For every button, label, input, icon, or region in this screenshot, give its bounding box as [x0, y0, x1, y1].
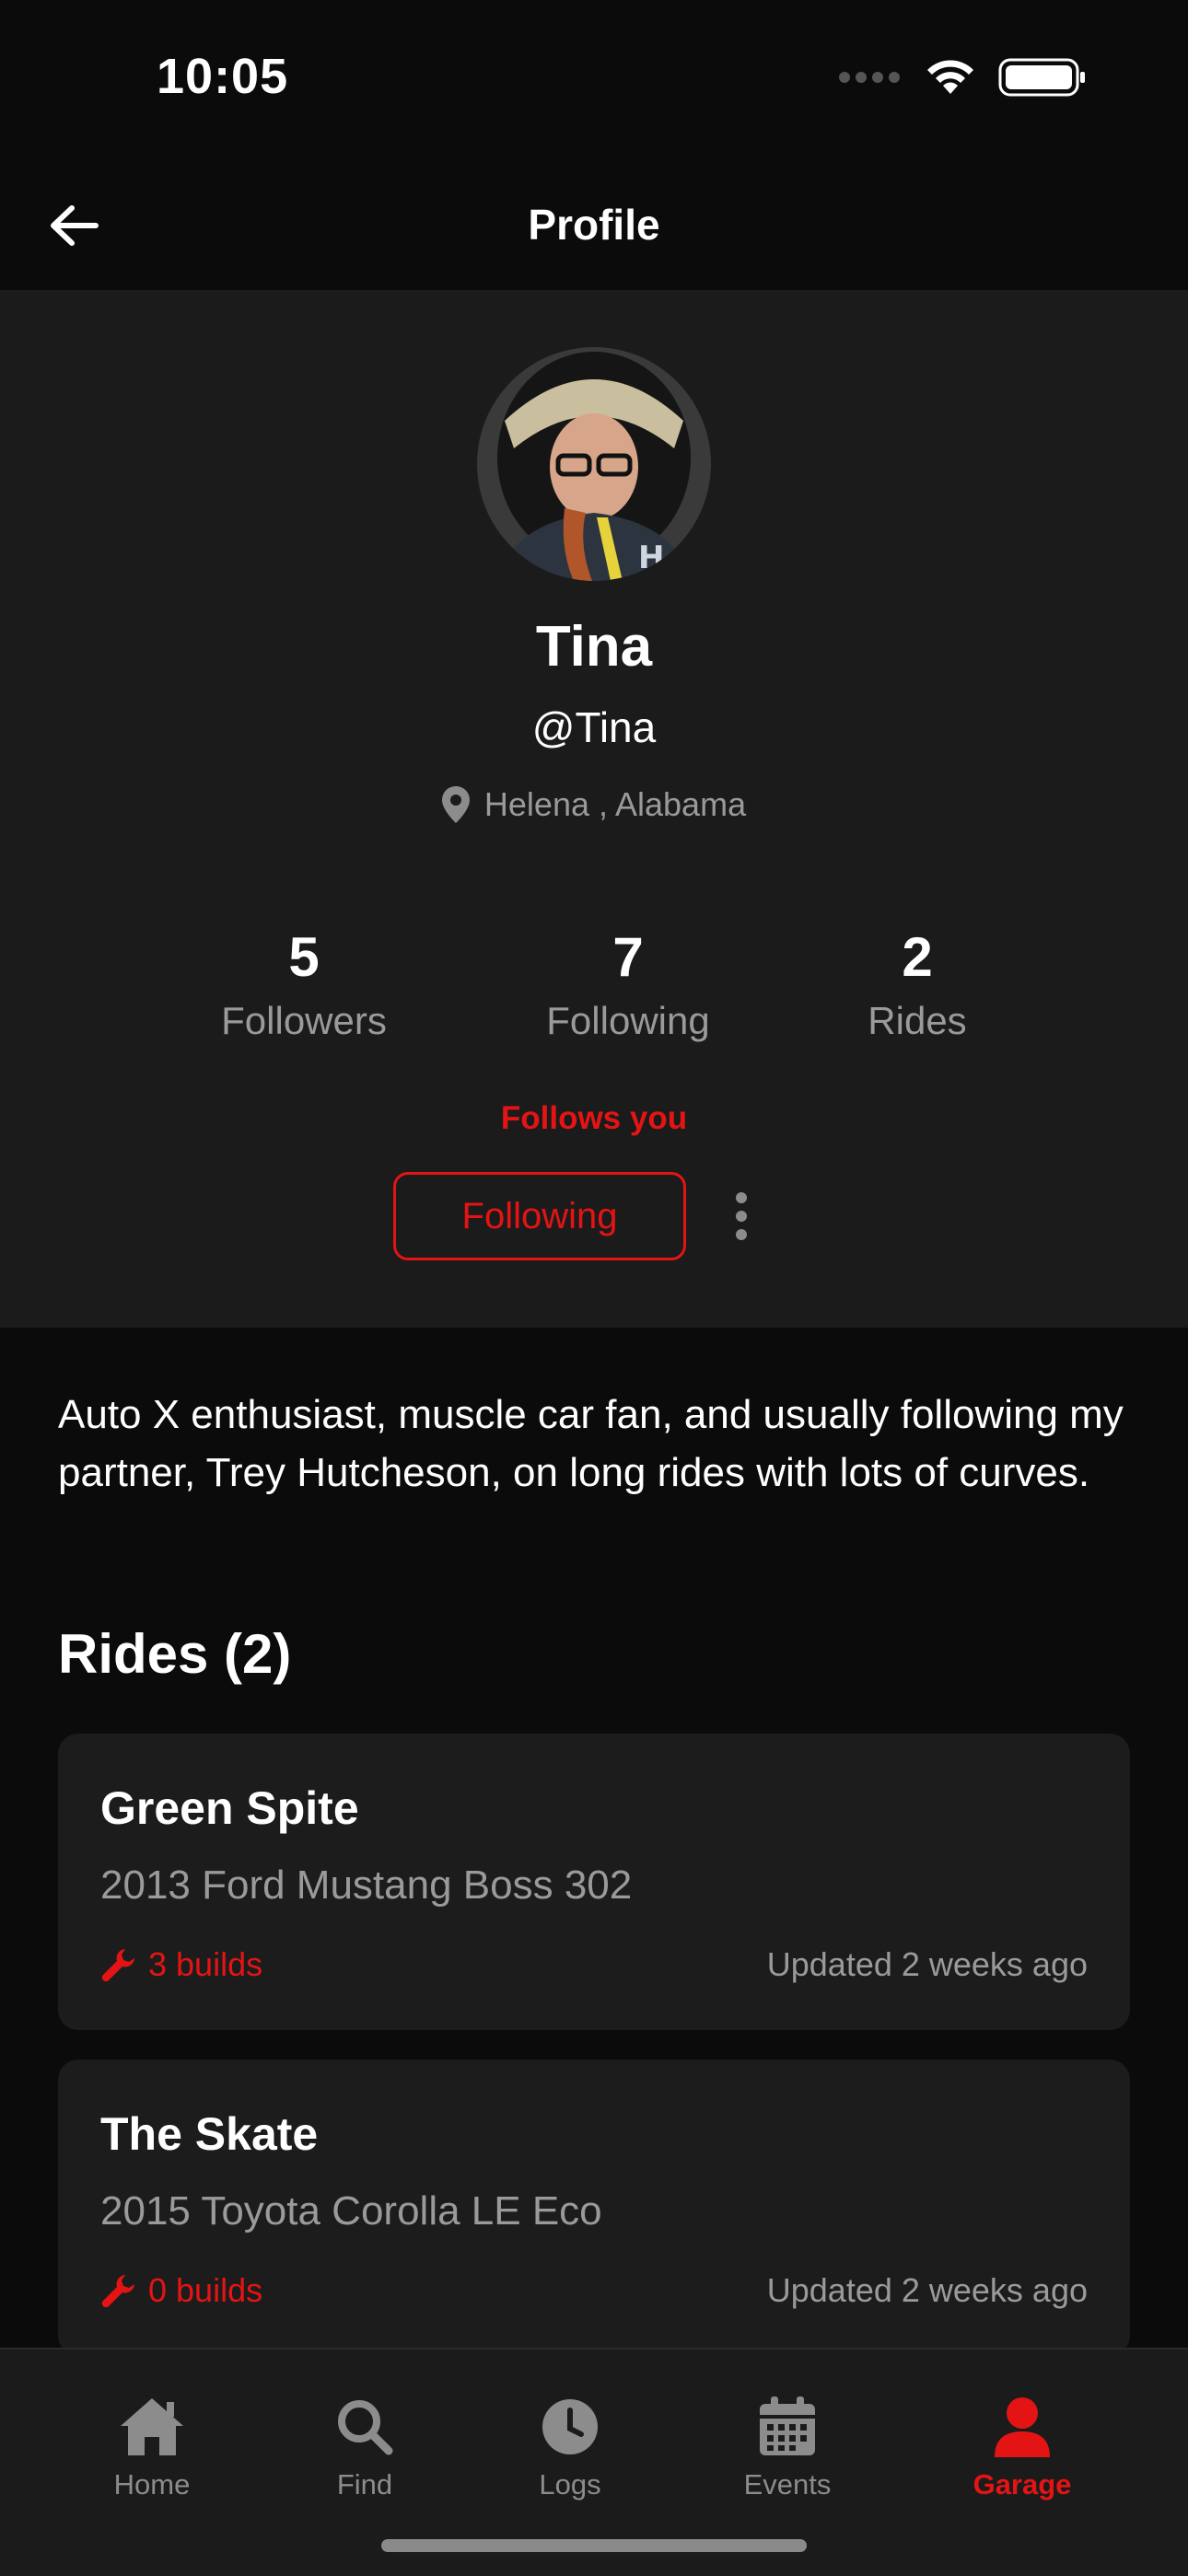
ride-card[interactable]: The Skate 2015 Toyota Corolla LE Eco 0 b…	[58, 2060, 1130, 2356]
status-icons	[838, 57, 1087, 98]
signal-icon	[839, 72, 900, 83]
ride-name: The Skate	[100, 2108, 319, 2160]
search-icon	[338, 2400, 393, 2455]
ride-builds: 0 builds	[100, 2271, 262, 2310]
location-pin-icon	[441, 786, 470, 823]
ride-builds-count: 3 builds	[148, 1945, 263, 1983]
location-text: Helena , Alabama	[483, 785, 747, 823]
stat-value: 7	[612, 926, 644, 988]
home-indicator	[381, 2539, 807, 2552]
tab-label: Events	[743, 2468, 832, 2501]
tab-garage[interactable]: Garage	[930, 2391, 1114, 2501]
wrench-icon	[101, 2275, 134, 2308]
stat-following[interactable]: 7 Following	[508, 925, 748, 1043]
stat-rides[interactable]: 2 Rides	[798, 925, 1037, 1043]
tab-find[interactable]: Find	[273, 2391, 457, 2501]
tab-home[interactable]: Home	[60, 2391, 244, 2501]
stat-label: Followers	[221, 999, 387, 1042]
tab-label: Home	[113, 2468, 191, 2501]
page-title: Profile	[528, 201, 660, 249]
nav-header: Profile	[0, 161, 1188, 290]
stat-label: Following	[546, 999, 710, 1042]
clock-icon	[542, 2399, 598, 2454]
avatar-photo: H	[477, 347, 711, 581]
stat-label: Rides	[868, 999, 967, 1042]
ride-updated: Updated 2 weeks ago	[766, 1945, 1088, 1983]
person-icon	[995, 2397, 1050, 2457]
rides-heading: Rides (2)	[58, 1623, 292, 1685]
tab-events[interactable]: Events	[695, 2391, 879, 2501]
status-bar: 10:05	[0, 0, 1188, 161]
avatar[interactable]: H	[477, 347, 711, 581]
stat-followers[interactable]: 5 Followers	[184, 925, 424, 1043]
stat-value: 5	[288, 926, 320, 988]
more-dots-icon	[736, 1192, 747, 1203]
profile-location: Helena , Alabama	[0, 785, 1188, 824]
ride-builds: 3 builds	[100, 1945, 262, 1984]
tab-logs[interactable]: Logs	[478, 2391, 662, 2501]
tab-label: Find	[336, 2468, 393, 2501]
profile-name: Tina	[535, 615, 653, 679]
profile-handle: @Tina	[531, 703, 657, 751]
more-options-button[interactable]	[718, 1179, 764, 1253]
ride-name: Green Spite	[100, 1782, 359, 1834]
ride-updated: Updated 2 weeks ago	[766, 2271, 1088, 2309]
ride-card[interactable]: Green Spite 2013 Ford Mustang Boss 302 3…	[58, 1734, 1130, 2030]
wifi-icon	[927, 60, 973, 94]
wrench-icon	[101, 1949, 134, 1982]
profile-bio: Auto X enthusiast, muscle car fan, and u…	[58, 1392, 1124, 1495]
tab-label: Logs	[539, 2468, 601, 2501]
following-button[interactable]: Following	[393, 1172, 686, 1260]
profile-panel: H Tina @Tina Helena , Alabama 5 Follower…	[0, 290, 1188, 1328]
svg-text:H: H	[638, 540, 664, 576]
stat-value: 2	[902, 926, 933, 988]
profile-stats: 5 Followers 7 Following 2 Rides	[0, 925, 1188, 1054]
battery-icon	[998, 58, 1085, 97]
home-icon	[121, 2398, 183, 2455]
ride-model: 2015 Toyota Corolla LE Eco	[100, 2188, 602, 2234]
ride-builds-count: 0 builds	[148, 2271, 263, 2309]
status-time: 10:05	[157, 49, 289, 104]
calendar-icon	[760, 2396, 815, 2455]
tab-label: Garage	[973, 2468, 1072, 2501]
ride-model: 2013 Ford Mustang Boss 302	[100, 1862, 633, 1908]
follows-you-label: Follows you	[500, 1100, 688, 1136]
